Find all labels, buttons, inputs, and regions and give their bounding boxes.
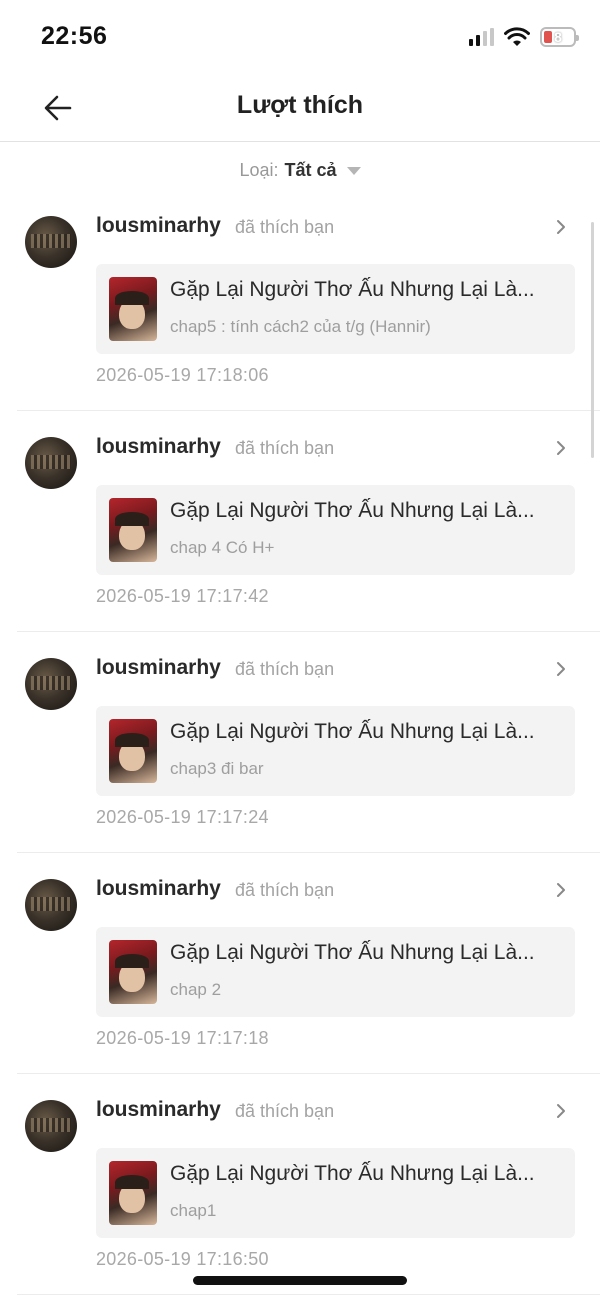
chevron-right-icon[interactable] — [552, 1102, 570, 1120]
timestamp: 2026-05-19 17:18:06 — [96, 365, 269, 385]
cellular-signal-icon — [469, 28, 494, 46]
action-text: đã thích bạn — [235, 1101, 335, 1121]
username[interactable]: lousminarhy — [96, 656, 221, 680]
chevron-right-icon[interactable] — [552, 218, 570, 236]
battery-level: 8 — [554, 29, 562, 45]
action-text: đã thích bạn — [235, 217, 335, 237]
story-card[interactable]: Gặp Lại Người Thơ Ấu Nhưng Lại Là... cha… — [96, 706, 575, 796]
action-text: đã thích bạn — [235, 880, 335, 900]
chevron-right-icon[interactable] — [552, 439, 570, 457]
username[interactable]: lousminarhy — [96, 1098, 221, 1122]
story-card[interactable]: Gặp Lại Người Thơ Ấu Nhưng Lại Là... cha… — [96, 927, 575, 1017]
avatar[interactable] — [25, 437, 77, 489]
timestamp: 2026-05-19 17:17:24 — [96, 807, 269, 827]
action-text: đã thích bạn — [235, 438, 335, 458]
chapter-title: chap 2 — [170, 980, 222, 999]
status-icons: 8 — [469, 24, 579, 50]
chapter-title: chap5 : tính cách2 của t/g (Hannir) — [170, 317, 431, 336]
story-cover-thumbnail[interactable] — [109, 1161, 157, 1225]
story-title[interactable]: Gặp Lại Người Thơ Ấu Nhưng Lại Là... — [170, 499, 535, 523]
story-cover-thumbnail[interactable] — [109, 719, 157, 783]
filter-label: Loại: — [239, 159, 279, 180]
chevron-right-icon[interactable] — [552, 881, 570, 899]
scrollbar[interactable] — [591, 222, 594, 458]
avatar[interactable] — [25, 658, 77, 710]
filter-value[interactable]: Tất cả — [285, 160, 337, 181]
battery-icon: 8 — [540, 27, 579, 47]
chapter-title: chap 4 Có H+ — [170, 538, 275, 557]
battery-level-fill — [544, 31, 552, 43]
page-title: Lượt thích — [236, 91, 364, 119]
timestamp: 2026-05-19 17:17:18 — [96, 1028, 269, 1048]
username[interactable]: lousminarhy — [96, 877, 221, 901]
likes-list: lousminarhy đã thích bạn Gặp Lại Người T… — [0, 190, 600, 1295]
username[interactable]: lousminarhy — [96, 435, 221, 459]
nav-bar: Lượt thích — [0, 72, 600, 142]
story-card[interactable]: Gặp Lại Người Thơ Ấu Nhưng Lại Là... cha… — [96, 485, 575, 575]
avatar[interactable] — [25, 216, 77, 268]
list-item[interactable]: lousminarhy đã thích bạn Gặp Lại Người T… — [17, 632, 600, 853]
home-indicator[interactable] — [193, 1276, 407, 1285]
chapter-title: chap3 đi bar — [170, 759, 264, 778]
story-card[interactable]: Gặp Lại Người Thơ Ấu Nhưng Lại Là... cha… — [96, 1148, 575, 1238]
chevron-right-icon[interactable] — [552, 660, 570, 678]
action-text: đã thích bạn — [235, 659, 335, 679]
type-filter[interactable]: Loại: Tất cả — [0, 156, 600, 184]
list-item[interactable]: lousminarhy đã thích bạn Gặp Lại Người T… — [17, 190, 600, 411]
story-title[interactable]: Gặp Lại Người Thơ Ấu Nhưng Lại Là... — [170, 278, 535, 302]
story-card[interactable]: Gặp Lại Người Thơ Ấu Nhưng Lại Là... cha… — [96, 264, 575, 354]
story-title[interactable]: Gặp Lại Người Thơ Ấu Nhưng Lại Là... — [170, 941, 535, 965]
story-title[interactable]: Gặp Lại Người Thơ Ấu Nhưng Lại Là... — [170, 720, 535, 744]
list-item[interactable]: lousminarhy đã thích bạn Gặp Lại Người T… — [17, 411, 600, 632]
story-cover-thumbnail[interactable] — [109, 498, 157, 562]
story-cover-thumbnail[interactable] — [109, 277, 157, 341]
list-item[interactable]: lousminarhy đã thích bạn Gặp Lại Người T… — [17, 853, 600, 1074]
story-title[interactable]: Gặp Lại Người Thơ Ấu Nhưng Lại Là... — [170, 1162, 535, 1186]
chapter-title: chap1 — [170, 1201, 217, 1220]
timestamp: 2026-05-19 17:16:50 — [96, 1249, 269, 1269]
status-bar: 22:56 8 — [0, 0, 600, 72]
timestamp: 2026-05-19 17:17:42 — [96, 586, 269, 606]
story-cover-thumbnail[interactable] — [109, 940, 157, 1004]
avatar[interactable] — [25, 879, 77, 931]
wifi-icon — [504, 27, 530, 46]
caret-down-icon[interactable] — [346, 167, 361, 175]
username[interactable]: lousminarhy — [96, 214, 221, 238]
avatar[interactable] — [25, 1100, 77, 1152]
list-item[interactable]: lousminarhy đã thích bạn Gặp Lại Người T… — [17, 1074, 600, 1295]
status-time: 22:56 — [41, 22, 108, 50]
